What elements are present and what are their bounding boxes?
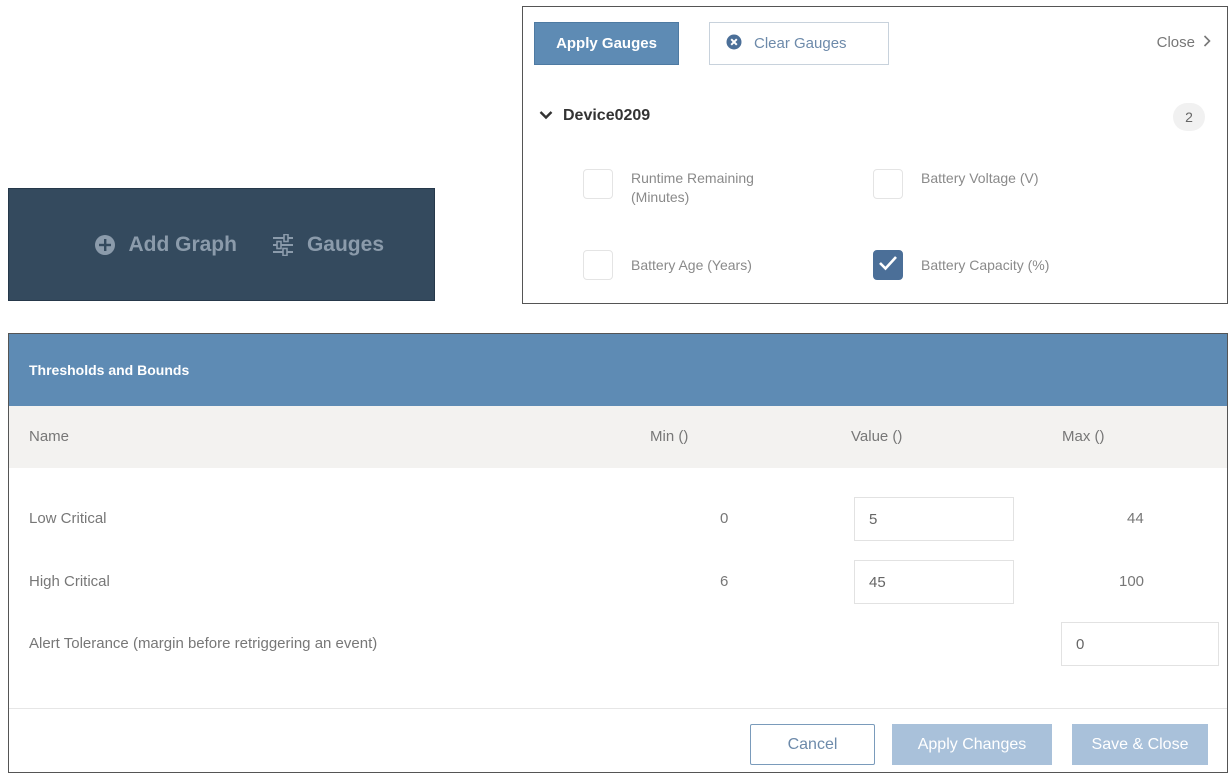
age-checkbox[interactable]: [583, 250, 613, 280]
row-max: 100: [1119, 573, 1145, 590]
gauge-option-label: Battery Age (Years): [631, 257, 752, 273]
add-graph-label: Add Graph: [128, 232, 237, 256]
device-group-header[interactable]: Device0209: [539, 107, 650, 125]
high-critical-value-input[interactable]: [854, 560, 1014, 604]
table-row: High Critical 6 100: [9, 560, 1227, 604]
device-name: Device0209: [563, 107, 651, 124]
row-name: High Critical: [29, 573, 110, 590]
gauges-panel: Apply Gauges Clear Gauges Close Device02…: [522, 6, 1228, 304]
tolerance-label: Alert Tolerance (margin before retrigger…: [29, 635, 378, 652]
col-name: Name: [29, 428, 70, 445]
gauges-button[interactable]: Gauges: [271, 233, 384, 257]
clear-x-circle-icon: [726, 34, 742, 54]
clear-gauges-label: Clear Gauges: [754, 35, 847, 52]
close-link[interactable]: Close: [1157, 34, 1211, 51]
gauge-option-label: Battery Voltage (V): [921, 170, 1039, 186]
gauge-option-runtime[interactable]: Runtime Remaining (Minutes): [583, 169, 801, 207]
table-header: Name Min () Value () Max (): [9, 406, 1227, 468]
clear-gauges-button[interactable]: Clear Gauges: [709, 22, 889, 65]
gauge-option-age[interactable]: Battery Age (Years): [583, 250, 752, 280]
tolerance-input[interactable]: [1061, 622, 1219, 666]
gauge-option-capacity[interactable]: Battery Capacity (%): [873, 250, 1049, 280]
low-critical-value-input[interactable]: [854, 497, 1014, 541]
thresholds-dialog: Thresholds and Bounds Name Min () Value …: [8, 333, 1228, 773]
gauge-option-label: Battery Capacity (%): [921, 257, 1050, 273]
save-close-button[interactable]: Save & Close: [1072, 724, 1208, 765]
close-label: Close: [1156, 34, 1195, 51]
device-count-badge: 2: [1173, 103, 1205, 131]
col-value: Value (): [851, 428, 903, 445]
dialog-footer: Cancel Apply Changes Save & Close: [9, 708, 1227, 773]
row-min: 6: [720, 573, 729, 590]
plus-circle-icon: [94, 234, 116, 256]
add-graph-button[interactable]: Add Graph: [94, 233, 237, 257]
capacity-checkbox[interactable]: [873, 250, 903, 280]
gauge-option-label: Runtime Remaining (Minutes): [631, 170, 754, 205]
cancel-button[interactable]: Cancel: [750, 724, 875, 765]
voltage-checkbox[interactable]: [873, 169, 903, 199]
gauge-option-voltage[interactable]: Battery Voltage (V): [873, 169, 1039, 199]
chevron-down-icon: [539, 107, 553, 125]
col-max: Max (): [1062, 428, 1105, 445]
dialog-title: Thresholds and Bounds: [9, 334, 1227, 406]
row-min: 0: [720, 510, 729, 527]
runtime-checkbox[interactable]: [583, 169, 613, 199]
checkmark-icon: [878, 255, 898, 276]
tolerance-row: Alert Tolerance (margin before retrigger…: [9, 622, 1227, 666]
apply-gauges-button[interactable]: Apply Gauges: [534, 22, 679, 65]
row-max: 44: [1127, 510, 1144, 527]
apply-changes-button[interactable]: Apply Changes: [892, 724, 1052, 765]
graph-toolbar: Add Graph Gauges: [8, 188, 435, 301]
gauges-label: Gauges: [306, 232, 384, 256]
row-name: Low Critical: [29, 510, 107, 527]
sliders-icon: [271, 233, 295, 256]
col-min: Min (): [650, 428, 689, 445]
chevron-right-icon: [1203, 34, 1211, 51]
table-row: Low Critical 0 44: [9, 497, 1227, 541]
